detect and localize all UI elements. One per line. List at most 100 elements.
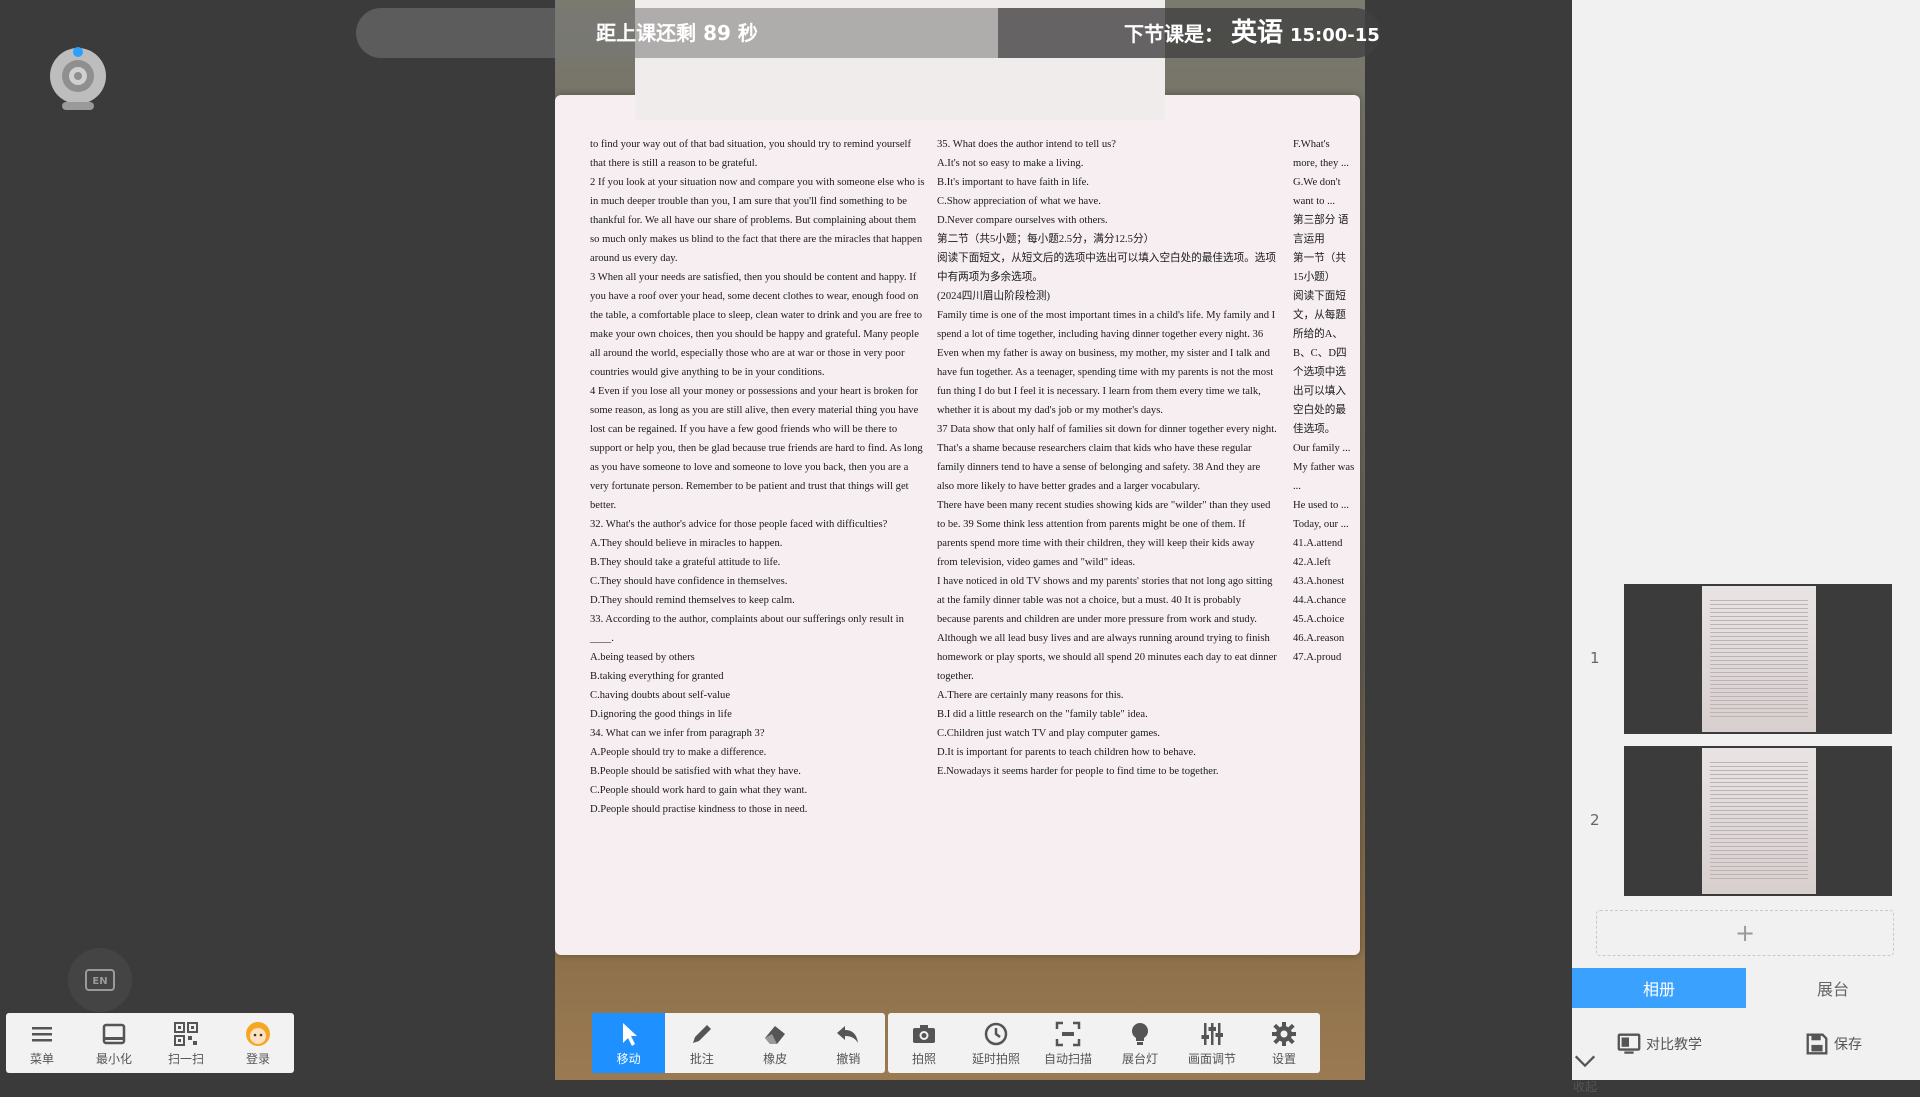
menu-icon bbox=[32, 1026, 52, 1041]
camera-icon bbox=[913, 1024, 935, 1043]
document-paragraph: D.Never compare ourselves with others. bbox=[937, 215, 1108, 226]
class-timer-bar: 距上课还剩 89 秒 下节课是： 英语 15:00-15:40 bbox=[356, 8, 1380, 58]
thumbnail-image[interactable] bbox=[1624, 584, 1892, 734]
sidebar-actions: 收起 对比教学 保存 bbox=[1572, 1008, 1920, 1094]
document-column-2: 35. What does the author intend to tell … bbox=[937, 135, 1277, 781]
next-class-time: 15:00-15:40 bbox=[1289, 25, 1380, 46]
timer-icon bbox=[984, 1022, 1008, 1045]
cursor-icon bbox=[622, 1022, 637, 1046]
camera-toolbar: 拍照 延时拍照 自动扫描 展台灯 画面调节 设置 bbox=[888, 1013, 1320, 1073]
document-paragraph: He used to ... bbox=[1293, 500, 1349, 511]
document-paragraph: There have been many recent studies show… bbox=[937, 500, 1271, 568]
delayed-photo-button[interactable]: 延时拍照 bbox=[960, 1013, 1032, 1073]
minimize-label: 最小化 bbox=[95, 1051, 132, 1066]
document-paragraph: 43.A.honest bbox=[1293, 576, 1345, 587]
document-paragraph: 41.A.attend bbox=[1293, 538, 1343, 549]
document-paragraph: 47.A.proud bbox=[1293, 652, 1342, 663]
login-button[interactable]: 登录 bbox=[222, 1013, 294, 1073]
document-paragraph: C.They should have confidence in themsel… bbox=[590, 576, 788, 587]
document-paragraph: 阅读下面短文，从每题所给的A、B、C、D四个选项中选出可以填入空白处的最佳选项。 bbox=[1293, 291, 1347, 435]
tab-booth[interactable]: 展台 bbox=[1746, 968, 1920, 1008]
document-paragraph: A.People should try to make a difference… bbox=[590, 747, 767, 758]
collapse-label: 收起 bbox=[1572, 1080, 1597, 1094]
document-paragraph: B.I did a little research on the "family… bbox=[937, 709, 1148, 720]
document-paragraph: B.People should be satisfied with what t… bbox=[590, 766, 801, 777]
document-paragraph: 第二节（共5小题；每小题2.5分，满分12.5分） bbox=[937, 234, 1155, 245]
document-paragraph: F.What's more, they ... bbox=[1293, 139, 1349, 169]
document-paragraph: E.Nowadays it seems harder for people to… bbox=[937, 766, 1219, 777]
add-page-button[interactable]: + bbox=[1596, 910, 1894, 956]
move-label: 移动 bbox=[616, 1051, 641, 1066]
document-paragraph: 阅读下面短文，从短文后的选项中选出可以填入空白处的最佳选项。选项中有两项为多余选… bbox=[937, 253, 1276, 283]
next-class-info: 下节课是： 英语 15:00-15:40 bbox=[1124, 8, 1380, 58]
document-column-3: F.What's more, they ... G.We don't want t… bbox=[1293, 135, 1355, 667]
annotate-label: 批注 bbox=[689, 1051, 714, 1066]
scan-qr-button[interactable]: 扫一扫 bbox=[150, 1013, 222, 1073]
document-paragraph: Our family ... bbox=[1293, 443, 1351, 454]
document-paragraph: 33. According to the author, complaints … bbox=[590, 614, 904, 644]
document-paragraph: A.being teased by others bbox=[590, 652, 695, 663]
language-toggle-button[interactable]: EN bbox=[68, 948, 132, 1012]
document-paragraph: 第三部分 语言运用 bbox=[1293, 215, 1349, 245]
language-icon: EN bbox=[85, 969, 115, 991]
move-tool-button[interactable]: 移动 bbox=[592, 1013, 666, 1073]
document-paragraph: Family time is one of the most important… bbox=[937, 310, 1276, 416]
thumbnail-item[interactable]: 2 bbox=[1572, 746, 1920, 896]
tab-album[interactable]: 相册 bbox=[1572, 968, 1746, 1008]
image-adjust-button[interactable]: 画面调节 bbox=[1176, 1013, 1248, 1073]
annotate-tool-button[interactable]: 批注 bbox=[665, 1013, 738, 1073]
document-camera-view[interactable]: to find your way out of that bad situati… bbox=[555, 0, 1365, 1080]
countdown-text: 距上课还剩 89 秒 bbox=[596, 21, 758, 45]
svg-text:EN: EN bbox=[92, 976, 107, 987]
undo-icon bbox=[837, 1025, 859, 1043]
thumbnail-item[interactable]: 1 bbox=[1572, 584, 1920, 734]
webcam-icon[interactable] bbox=[48, 44, 108, 114]
compare-teaching-label: 对比教学 bbox=[1646, 1037, 1702, 1053]
document-paragraph: A.They should believe in miracles to hap… bbox=[590, 538, 783, 549]
thumbnail-index: 1 bbox=[1590, 649, 1600, 667]
document-paragraph: to find your way out of that bad situati… bbox=[590, 139, 912, 169]
document-paragraph: D.They should remind themselves to keep … bbox=[590, 595, 795, 606]
compare-icon bbox=[1617, 1033, 1641, 1054]
gear-icon bbox=[1272, 1021, 1296, 1046]
collapse-button[interactable]: 收起 bbox=[1572, 1048, 1598, 1097]
eraser-tool-button[interactable]: 橡皮 bbox=[739, 1013, 812, 1073]
document-paragraph: I have noticed in old TV shows and my pa… bbox=[937, 576, 1277, 682]
document-paragraph: 44.A.chance bbox=[1293, 595, 1346, 606]
document-paragraph: 37 Data show that only half of families … bbox=[937, 424, 1277, 492]
sidebar-tabs: 相册 展台 bbox=[1572, 968, 1920, 1008]
pen-icon bbox=[692, 1024, 711, 1043]
minimize-button[interactable]: 最小化 bbox=[78, 1013, 150, 1073]
document-paragraph: D.People should practise kindness to tho… bbox=[590, 804, 808, 815]
auto-scan-button[interactable]: 自动扫描 bbox=[1032, 1013, 1104, 1073]
document-paragraph: Today, our ... bbox=[1293, 519, 1349, 530]
document-paragraph: 46.A.reason bbox=[1293, 633, 1345, 644]
settings-button[interactable]: 设置 bbox=[1248, 1013, 1320, 1073]
eraser-label: 橡皮 bbox=[763, 1051, 788, 1066]
main-stage: to find your way out of that bad situati… bbox=[0, 0, 1572, 1080]
auto-scan-label: 自动扫描 bbox=[1043, 1051, 1092, 1066]
left-toolbar: 菜单 最小化 扫一扫 登录 bbox=[6, 1013, 294, 1073]
document-paragraph: 35. What does the author intend to tell … bbox=[937, 139, 1116, 150]
document-paragraph: 34. What can we infer from paragraph 3? bbox=[590, 728, 765, 739]
photo-button[interactable]: 拍照 bbox=[888, 1013, 960, 1073]
compare-teaching-button[interactable]: 对比教学 bbox=[1572, 1031, 1746, 1057]
thumbnail-image[interactable] bbox=[1624, 746, 1892, 896]
image-adjust-label: 画面调节 bbox=[1187, 1051, 1236, 1066]
annotation-toolbar: 移动 批注 橡皮 撤销 bbox=[592, 1013, 885, 1073]
document-paragraph: C.People should work hard to gain what t… bbox=[590, 785, 808, 796]
eraser-icon bbox=[765, 1025, 786, 1044]
settings-label: 设置 bbox=[1271, 1051, 1296, 1066]
document-paragraph: A.It's not so easy to make a living. bbox=[937, 158, 1084, 169]
undo-button[interactable]: 撤销 bbox=[812, 1013, 885, 1073]
document-paragraph: B.taking everything for granted bbox=[590, 671, 724, 682]
document-paragraph: C.having doubts about self-value bbox=[590, 690, 731, 701]
lamp-button[interactable]: 展台灯 bbox=[1104, 1013, 1176, 1073]
menu-button[interactable]: 菜单 bbox=[6, 1013, 78, 1073]
sliders-icon bbox=[1201, 1022, 1223, 1045]
document-paragraph: 42.A.left bbox=[1293, 557, 1331, 568]
document-paragraph: 2 If you look at your situation now and … bbox=[590, 177, 925, 264]
qr-code-icon bbox=[174, 1021, 198, 1046]
save-button[interactable]: 保存 bbox=[1746, 1031, 1920, 1057]
scanned-document: to find your way out of that bad situati… bbox=[555, 0, 1360, 955]
